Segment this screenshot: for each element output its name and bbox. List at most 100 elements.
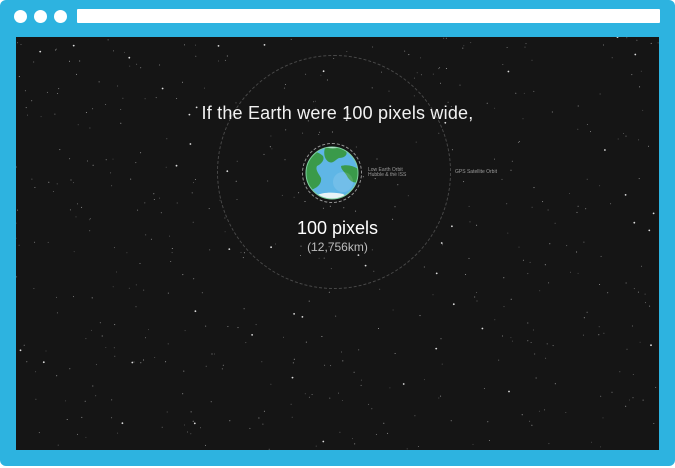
star xyxy=(487,421,489,423)
star xyxy=(42,361,45,364)
star xyxy=(69,158,71,160)
star xyxy=(586,124,588,125)
star xyxy=(19,349,22,352)
star xyxy=(39,50,42,53)
star xyxy=(599,93,601,95)
star xyxy=(113,347,115,349)
star xyxy=(623,133,625,134)
star xyxy=(414,415,416,417)
star xyxy=(639,86,641,88)
star xyxy=(443,37,445,39)
star xyxy=(617,138,619,140)
star xyxy=(135,162,137,164)
address-bar[interactable] xyxy=(77,9,660,23)
window-minimize-dot[interactable] xyxy=(34,10,47,23)
star xyxy=(243,308,245,310)
star xyxy=(463,45,465,47)
star xyxy=(144,202,146,204)
star xyxy=(122,97,124,99)
star xyxy=(529,420,531,422)
star xyxy=(545,357,547,359)
star xyxy=(394,353,396,354)
star xyxy=(523,92,525,94)
star xyxy=(31,100,33,102)
star xyxy=(184,44,185,46)
star xyxy=(503,277,505,279)
star xyxy=(165,361,167,363)
star xyxy=(544,264,546,266)
star xyxy=(105,159,107,161)
star xyxy=(261,361,263,363)
star xyxy=(290,38,292,40)
star xyxy=(341,351,342,353)
star xyxy=(81,416,83,418)
star xyxy=(140,362,142,364)
star xyxy=(503,306,505,308)
star xyxy=(77,203,78,205)
star xyxy=(521,414,523,416)
star xyxy=(644,293,646,295)
star xyxy=(167,292,169,294)
star xyxy=(539,290,541,292)
star xyxy=(507,70,510,73)
star xyxy=(655,386,657,388)
star xyxy=(650,42,652,44)
page-viewport[interactable]: If the Earth were 100 pixels wide, Low E… xyxy=(16,37,659,450)
star xyxy=(262,423,264,425)
star xyxy=(84,400,86,402)
star xyxy=(33,288,35,289)
star xyxy=(57,444,59,446)
star xyxy=(392,309,394,311)
star xyxy=(291,376,294,379)
star xyxy=(214,353,215,355)
star xyxy=(611,391,613,393)
star xyxy=(194,310,197,313)
window-close-dot[interactable] xyxy=(14,10,27,23)
star xyxy=(249,427,251,429)
star xyxy=(445,37,447,39)
star xyxy=(542,201,544,203)
star xyxy=(56,48,57,50)
star xyxy=(85,338,87,340)
star xyxy=(603,44,604,46)
star xyxy=(34,187,36,188)
star xyxy=(187,431,188,433)
star xyxy=(452,303,455,306)
star xyxy=(423,266,425,268)
star xyxy=(20,44,22,45)
star xyxy=(435,347,438,350)
star xyxy=(121,422,124,425)
star xyxy=(383,422,385,424)
star xyxy=(638,139,640,141)
star xyxy=(92,385,94,387)
gps-orbit-label: GPS Satellite Orbit xyxy=(455,169,497,175)
star xyxy=(111,417,113,419)
star xyxy=(586,311,588,313)
star xyxy=(58,88,60,90)
star xyxy=(73,296,74,298)
star xyxy=(167,343,169,345)
star xyxy=(117,432,119,434)
star xyxy=(155,97,157,99)
star xyxy=(626,37,628,39)
star xyxy=(462,47,464,49)
star xyxy=(570,271,571,273)
star xyxy=(59,149,61,151)
star xyxy=(552,345,554,347)
star xyxy=(506,47,508,48)
star xyxy=(33,61,35,63)
star xyxy=(616,37,619,38)
star xyxy=(354,443,356,445)
window-maximize-dot[interactable] xyxy=(54,10,67,23)
star xyxy=(165,166,167,168)
star xyxy=(372,46,374,48)
star xyxy=(35,371,37,373)
star xyxy=(145,337,146,339)
star xyxy=(189,143,192,145)
star xyxy=(226,55,228,57)
star xyxy=(77,433,78,435)
star xyxy=(511,160,513,162)
star xyxy=(208,208,210,210)
star xyxy=(166,138,168,140)
star xyxy=(161,426,163,428)
